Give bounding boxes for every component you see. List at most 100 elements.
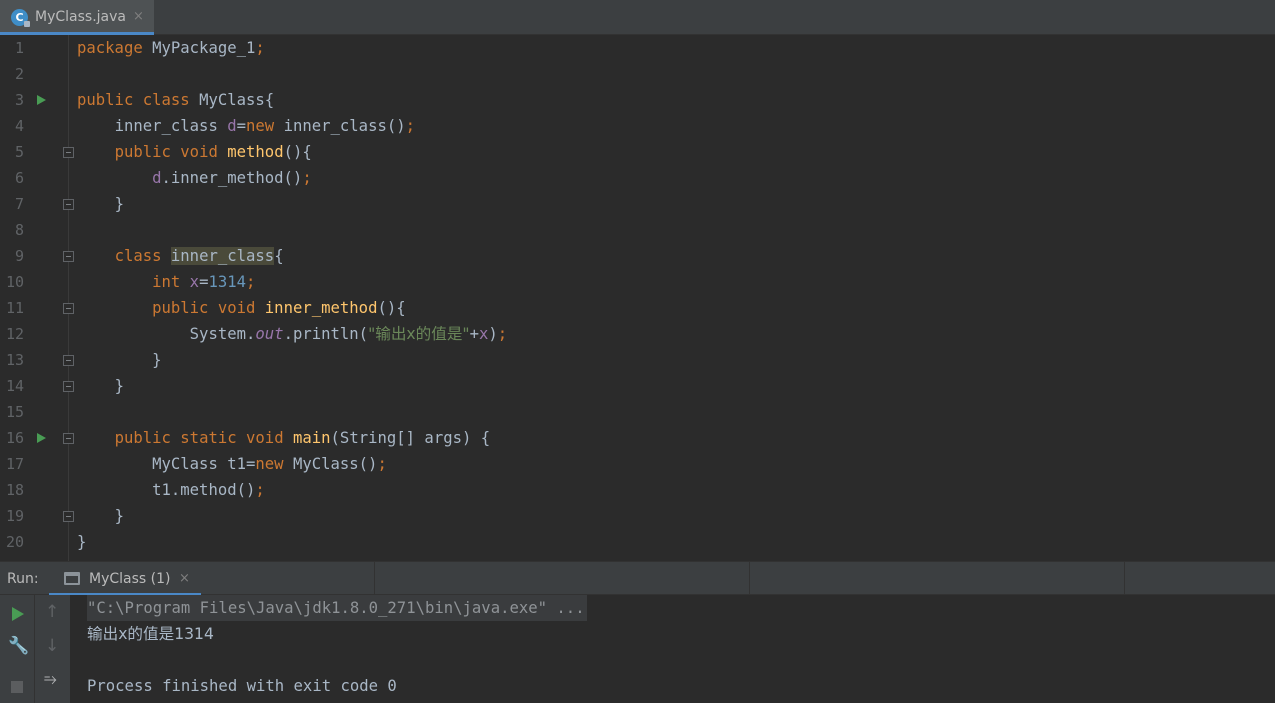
code-text: } [114,195,124,213]
close-icon[interactable]: × [133,9,144,24]
play-icon [12,607,24,621]
console-icon [64,572,80,585]
fold-icon[interactable] [63,251,74,262]
code-text: d.inner_method(); [152,169,312,187]
line-number: 12 [5,325,24,343]
header-divider [749,562,750,596]
file-tab-myclass[interactable]: C MyClass.java × [0,0,154,35]
console-output-line: 输出x的值是1314 [87,625,214,643]
code-line: 1 package MyPackage_1; [0,35,1275,61]
code-line: 13 } [0,347,1275,373]
header-divider [374,562,375,596]
code-line: 16 public static void main(String[] args… [0,425,1275,451]
code-text: inner_class d=new inner_class(); [114,117,416,135]
code-line: 2 [0,61,1275,87]
code-line: 4 inner_class d=new inner_class(); [0,113,1275,139]
code-text: int x=1314; [152,273,256,291]
line-number: 19 [5,507,24,525]
fold-icon[interactable] [63,199,74,210]
code-line: 20 } [0,529,1275,555]
line-number: 20 [5,533,24,551]
code-text: public void inner_method(){ [152,299,406,317]
run-gutter-icon[interactable] [37,433,46,443]
soft-wrap-button[interactable]: ⥱ [40,667,64,691]
code-line: 7 } [0,191,1275,217]
line-number: 5 [14,143,24,161]
code-line: 6 d.inner_method(); [0,165,1275,191]
run-tab-myclass[interactable]: MyClass (1) × [49,562,201,596]
fold-icon[interactable] [63,355,74,366]
line-number: 1 [14,39,24,57]
stop-button[interactable] [5,674,29,698]
arrow-up-icon: ↑ [45,602,60,622]
line-number: 10 [5,273,24,291]
code-text: MyClass t1=new MyClass(); [152,455,387,473]
code-line: 8 [0,217,1275,243]
run-toolbar: 🔧 [0,595,35,703]
stop-icon [11,681,23,693]
wrench-icon: 🔧 [8,636,30,656]
settings-button[interactable]: 🔧 [5,633,29,657]
code-line: 17 MyClass t1=new MyClass(); [0,451,1275,477]
code-line: 10 int x=1314; [0,269,1275,295]
line-number: 11 [5,299,24,317]
code-text: class inner_class{ [114,247,284,265]
rerun-button[interactable] [5,601,29,625]
console-command-line[interactable]: "C:\Program Files\Java\jdk1.8.0_271\bin\… [87,595,587,621]
fold-icon[interactable] [63,381,74,392]
file-tab-label: MyClass.java [35,9,126,25]
code-line: 15 [0,399,1275,425]
line-number: 2 [14,65,24,83]
code-editor[interactable]: 1 package MyPackage_1; 2 3 public class … [0,35,1275,561]
line-number: 16 [5,429,24,447]
code-text: package MyPackage_1; [77,39,265,57]
line-number: 15 [5,403,24,421]
code-line: 5 public void method(){ [0,139,1275,165]
arrow-down-icon: ↓ [45,636,60,656]
soft-wrap-icon: ⥱ [44,669,57,688]
fold-icon[interactable] [63,147,74,158]
editor-tab-bar: C MyClass.java × [0,0,1275,35]
code-line: 18 t1.method(); [0,477,1275,503]
run-tab-label: MyClass (1) [89,571,171,587]
close-icon[interactable]: × [179,571,190,586]
code-line: 11 public void inner_method(){ [0,295,1275,321]
console-toolbar: ↑ ↓ ⥱ [35,595,70,703]
highlighted-identifier: inner_class [170,247,275,265]
line-number: 9 [14,247,24,265]
code-text: System.out.println("输出x的值是"+x); [189,325,508,343]
code-text: } [77,533,87,551]
fold-icon[interactable] [63,433,74,444]
line-number: 18 [5,481,24,499]
header-divider [1124,562,1125,596]
scroll-down-button[interactable]: ↓ [40,635,64,659]
line-number: 13 [5,351,24,369]
java-class-icon: C [11,9,30,27]
fold-icon[interactable] [63,303,74,314]
scroll-up-button[interactable]: ↑ [40,601,64,625]
line-number: 8 [14,221,24,239]
line-number: 4 [14,117,24,135]
code-text: public static void main(String[] args) { [114,429,491,447]
run-gutter-icon[interactable] [37,95,46,105]
run-panel-header: Run: MyClass (1) × [0,561,1275,596]
line-number: 14 [5,377,24,395]
code-line: 9 class inner_class{ [0,243,1275,269]
code-text: } [152,351,162,369]
console-exit-line: Process finished with exit code 0 [87,677,397,695]
code-line: 12 System.out.println("输出x的值是"+x); [0,321,1275,347]
fold-icon[interactable] [63,511,74,522]
line-number: 17 [5,455,24,473]
code-text: public void method(){ [114,143,312,161]
line-number: 3 [14,91,24,109]
code-line: 19 } [0,503,1275,529]
code-line: 3 public class MyClass{ [0,87,1275,113]
code-text: t1.method(); [152,481,265,499]
code-text: public class MyClass{ [77,91,275,109]
code-text: } [114,377,124,395]
console-output[interactable]: "C:\Program Files\Java\jdk1.8.0_271\bin\… [70,595,1275,703]
line-number: 6 [14,169,24,187]
run-panel-title: Run: [7,571,39,587]
line-number: 7 [14,195,24,213]
code-line: 14 } [0,373,1275,399]
